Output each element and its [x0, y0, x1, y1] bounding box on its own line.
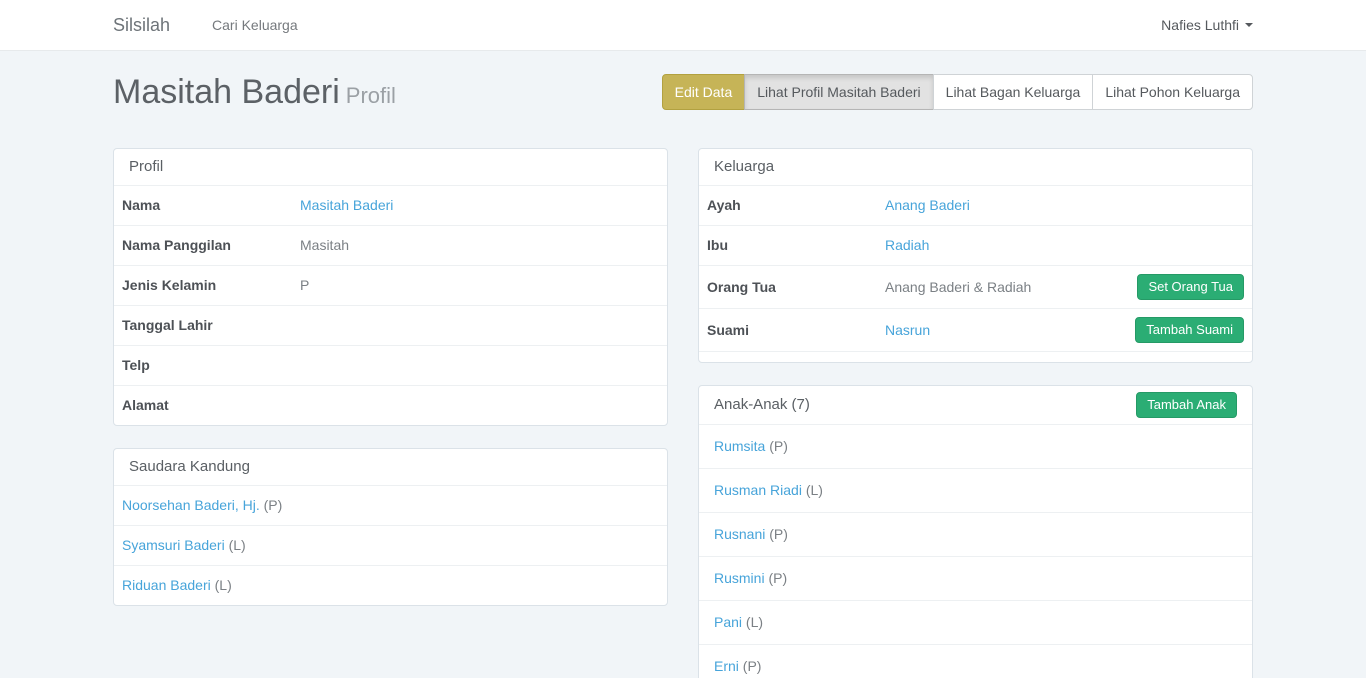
view-family-chart-button[interactable]: Lihat Bagan Keluarga: [933, 74, 1094, 110]
left-column: Profil Nama Masitah Baderi Nama Panggila…: [98, 148, 683, 678]
field-label: Nama: [122, 196, 300, 215]
field-value: P: [300, 276, 309, 295]
keluarga-row-ayah: Ayah Anang Baderi: [699, 186, 1252, 226]
gender-tag: (P): [743, 658, 762, 674]
profile-action-button-group: Edit Data Lihat Profil Masitah Baderi Li…: [662, 74, 1253, 110]
gender-tag: (L): [746, 614, 763, 630]
profil-row-alamat: Alamat: [114, 386, 667, 425]
tambah-suami-button[interactable]: Tambah Suami: [1135, 317, 1244, 343]
field-label: Alamat: [122, 396, 300, 415]
profil-row-nama: Nama Masitah Baderi: [114, 186, 667, 226]
field-label: Suami: [707, 321, 885, 340]
person-link[interactable]: Rusnani: [714, 526, 765, 542]
user-menu-dropdown[interactable]: Nafies Luthfi: [1161, 17, 1253, 33]
person-link[interactable]: Masitah Baderi: [300, 197, 393, 213]
user-name: Nafies Luthfi: [1161, 17, 1239, 33]
person-link[interactable]: Erni: [714, 658, 739, 674]
profil-row-nama-panggilan: Nama Panggilan Masitah: [114, 226, 667, 266]
keluarga-row-suami: Suami Nasrun Tambah Suami: [699, 309, 1252, 352]
child-row: Erni (P): [699, 645, 1252, 678]
profil-row-jenis-kelamin: Jenis Kelamin P: [114, 266, 667, 306]
sibling-row: Syamsuri Baderi (L): [114, 526, 667, 566]
tambah-anak-button[interactable]: Tambah Anak: [1136, 392, 1237, 418]
field-label: Tanggal Lahir: [122, 316, 300, 335]
top-navbar: Silsilah Cari Keluarga Nafies Luthfi: [0, 0, 1366, 51]
field-label: Jenis Kelamin: [122, 276, 300, 295]
anak-panel-header: Anak-Anak (7) Tambah Anak: [699, 386, 1252, 425]
field-label: Nama Panggilan: [122, 236, 300, 255]
person-link[interactable]: Rusman Riadi: [714, 482, 802, 498]
view-family-tree-button[interactable]: Lihat Pohon Keluarga: [1092, 74, 1253, 110]
person-link[interactable]: Syamsuri Baderi: [122, 537, 225, 553]
person-link[interactable]: Riduan Baderi: [122, 577, 211, 593]
person-link[interactable]: Rusmini: [714, 570, 765, 586]
field-value: Anang Baderi & Radiah: [885, 278, 1031, 297]
person-link[interactable]: Anang Baderi: [885, 197, 970, 213]
anak-anak-panel: Anak-Anak (7) Tambah Anak Rumsita (P) Ru…: [698, 385, 1253, 678]
sibling-row: Noorsehan Baderi, Hj. (P): [114, 486, 667, 526]
profil-row-tanggal-lahir: Tanggal Lahir: [114, 306, 667, 346]
nav-item-cari-keluarga[interactable]: Cari Keluarga: [212, 17, 298, 33]
gender-tag: (P): [769, 438, 788, 454]
saudara-kandung-panel: Saudara Kandung Noorsehan Baderi, Hj. (P…: [113, 448, 668, 606]
anak-panel-title: Anak-Anak (7): [714, 396, 810, 414]
page-subtitle: Profil: [346, 83, 396, 108]
person-name-heading: Masitah Baderi: [113, 73, 340, 111]
gender-tag: (P): [264, 497, 283, 513]
keluarga-row-ibu: Ibu Radiah: [699, 226, 1252, 266]
profil-panel: Profil Nama Masitah Baderi Nama Panggila…: [113, 148, 668, 426]
child-row: Rusmini (P): [699, 557, 1252, 601]
saudara-panel-title: Saudara Kandung: [114, 449, 667, 486]
edit-data-button[interactable]: Edit Data: [662, 74, 746, 110]
gender-tag: (L): [215, 577, 232, 593]
field-label: Telp: [122, 356, 300, 375]
person-link[interactable]: Nasrun: [885, 322, 930, 338]
gender-tag: (L): [229, 537, 246, 553]
view-profile-button[interactable]: Lihat Profil Masitah Baderi: [744, 74, 933, 110]
child-row: Pani (L): [699, 601, 1252, 645]
gender-tag: (P): [768, 570, 787, 586]
right-column: Keluarga Ayah Anang Baderi Ibu Radiah Or…: [683, 148, 1268, 678]
person-link[interactable]: Pani: [714, 614, 742, 630]
keluarga-row-orang-tua: Orang Tua Anang Baderi & Radiah Set Oran…: [699, 266, 1252, 309]
child-row: Rusman Riadi (L): [699, 469, 1252, 513]
field-value: Masitah: [300, 236, 349, 255]
set-orang-tua-button[interactable]: Set Orang Tua: [1137, 274, 1244, 300]
gender-tag: (L): [806, 482, 823, 498]
chevron-down-icon: [1245, 23, 1253, 27]
person-link[interactable]: Rumsita: [714, 438, 765, 454]
field-label: Ayah: [707, 196, 885, 215]
person-link[interactable]: Noorsehan Baderi, Hj.: [122, 497, 260, 513]
child-row: Rumsita (P): [699, 425, 1252, 469]
keluarga-panel: Keluarga Ayah Anang Baderi Ibu Radiah Or…: [698, 148, 1253, 363]
field-label: Orang Tua: [707, 278, 885, 297]
brand-link[interactable]: Silsilah: [113, 15, 170, 36]
profil-row-telp: Telp: [114, 346, 667, 386]
gender-tag: (P): [769, 526, 788, 542]
profil-panel-title: Profil: [114, 149, 667, 186]
keluarga-panel-title: Keluarga: [699, 149, 1252, 186]
sibling-row: Riduan Baderi (L): [114, 566, 667, 605]
child-row: Rusnani (P): [699, 513, 1252, 557]
field-label: Ibu: [707, 236, 885, 255]
page-title: Masitah BaderiProfil: [113, 74, 396, 114]
person-link[interactable]: Radiah: [885, 237, 929, 253]
page-header: Masitah BaderiProfil Edit Data Lihat Pro…: [113, 74, 1253, 111]
